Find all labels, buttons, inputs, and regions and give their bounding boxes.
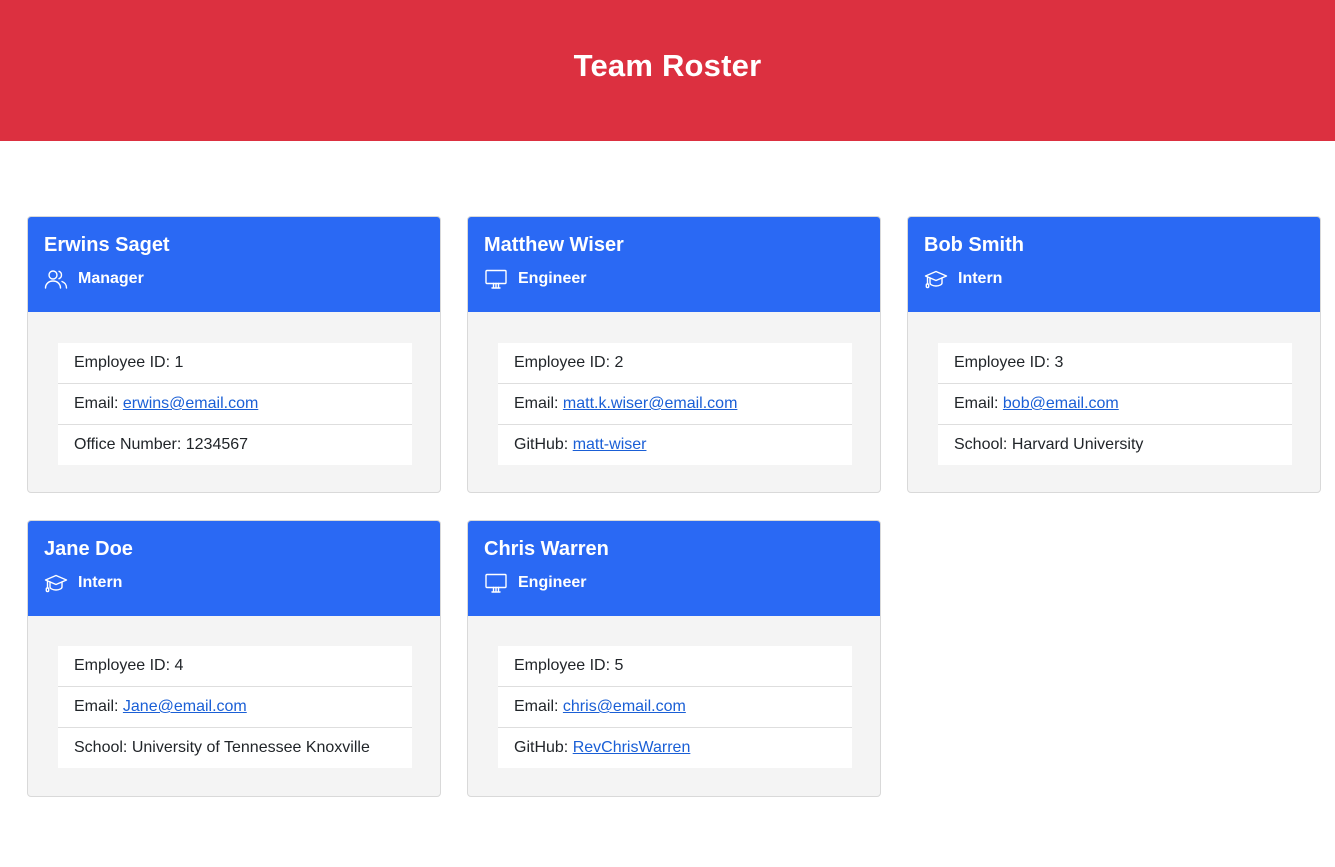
employee-role: Intern xyxy=(924,267,1304,291)
employee-details: Employee ID: 5 Email: chris@email.com Gi… xyxy=(498,646,852,768)
employee-role: Intern xyxy=(44,571,424,595)
email-label: Email: xyxy=(74,395,123,412)
role-label: Intern xyxy=(78,574,123,591)
employee-email: Email: chris@email.com xyxy=(498,686,852,727)
employee-id: Employee ID: 5 xyxy=(514,657,624,674)
office-number: Office Number: 1234567 xyxy=(58,424,412,465)
email-label: Email: xyxy=(514,698,563,715)
email-link[interactable]: Jane@email.com xyxy=(123,698,247,715)
github-link[interactable]: RevChrisWarren xyxy=(573,739,691,756)
employee-id: Employee ID: 2 xyxy=(514,354,624,371)
email-label: Email: xyxy=(74,698,123,715)
email-label: Email: xyxy=(954,395,1003,412)
email-label: Email: xyxy=(514,395,563,412)
employee-id: Employee ID: 3 xyxy=(954,354,1064,371)
employee-email: Email: Jane@email.com xyxy=(58,686,412,727)
people-icon xyxy=(44,267,68,291)
employee-name: Matthew Wiser xyxy=(484,234,624,256)
employee-card: Matthew Wiser Engineer Employee ID: 2 Em… xyxy=(467,216,881,493)
role-label: Manager xyxy=(78,270,144,287)
github-link[interactable]: matt-wiser xyxy=(573,436,647,453)
card-header: Bob Smith Intern xyxy=(908,217,1320,312)
role-label: Engineer xyxy=(518,574,587,591)
employee-id: Employee ID: 4 xyxy=(74,657,184,674)
monitor-icon xyxy=(484,571,508,595)
employee-name: Erwins Saget xyxy=(44,234,170,256)
employee-details: Employee ID: 3 Email: bob@email.com Scho… xyxy=(938,343,1292,465)
employee-name: Bob Smith xyxy=(924,234,1024,256)
graduation-cap-icon xyxy=(924,267,948,291)
employee-email: Email: bob@email.com xyxy=(938,383,1292,424)
email-link[interactable]: erwins@email.com xyxy=(123,395,258,412)
employee-role: Manager xyxy=(44,267,424,291)
email-link[interactable]: matt.k.wiser@email.com xyxy=(563,395,738,412)
employee-role: Engineer xyxy=(484,571,864,595)
card-header: Chris Warren Engineer xyxy=(468,521,880,616)
employee-card: Bob Smith Intern Employee ID: 3 Email: b… xyxy=(907,216,1321,493)
employee-name: Jane Doe xyxy=(44,538,133,560)
card-header: Matthew Wiser Engineer xyxy=(468,217,880,312)
card-header: Erwins Saget Manager xyxy=(28,217,440,312)
github: GitHub: RevChrisWarren xyxy=(498,727,852,768)
employee-details: Employee ID: 2 Email: matt.k.wiser@email… xyxy=(498,343,852,465)
employee-card: Jane Doe Intern Employee ID: 4 Email: Ja… xyxy=(27,520,441,797)
employee-card: Erwins Saget Manager Employee ID: 1 Emai… xyxy=(27,216,441,493)
card-header: Jane Doe Intern xyxy=(28,521,440,616)
employee-name: Chris Warren xyxy=(484,538,609,560)
role-label: Intern xyxy=(958,270,1003,287)
employee-role: Engineer xyxy=(484,267,864,291)
graduation-cap-icon xyxy=(44,571,68,595)
employee-details: Employee ID: 1 Email: erwins@email.com O… xyxy=(58,343,412,465)
employee-email: Email: matt.k.wiser@email.com xyxy=(498,383,852,424)
page-header: Team Roster xyxy=(0,0,1335,141)
school: School: University of Tennessee Knoxvill… xyxy=(58,727,412,768)
github-label: GitHub: xyxy=(514,739,573,756)
github: GitHub: matt-wiser xyxy=(498,424,852,465)
page-title: Team Roster xyxy=(573,47,762,83)
employee-email: Email: erwins@email.com xyxy=(58,383,412,424)
employee-id: Employee ID: 1 xyxy=(74,354,184,371)
github-label: GitHub: xyxy=(514,436,573,453)
email-link[interactable]: bob@email.com xyxy=(1003,395,1119,412)
employee-details: Employee ID: 4 Email: Jane@email.com Sch… xyxy=(58,646,412,768)
email-link[interactable]: chris@email.com xyxy=(563,698,686,715)
monitor-icon xyxy=(484,267,508,291)
school: School: Harvard University xyxy=(938,424,1292,465)
employee-card: Chris Warren Engineer Employee ID: 5 Ema… xyxy=(467,520,881,797)
role-label: Engineer xyxy=(518,270,587,287)
